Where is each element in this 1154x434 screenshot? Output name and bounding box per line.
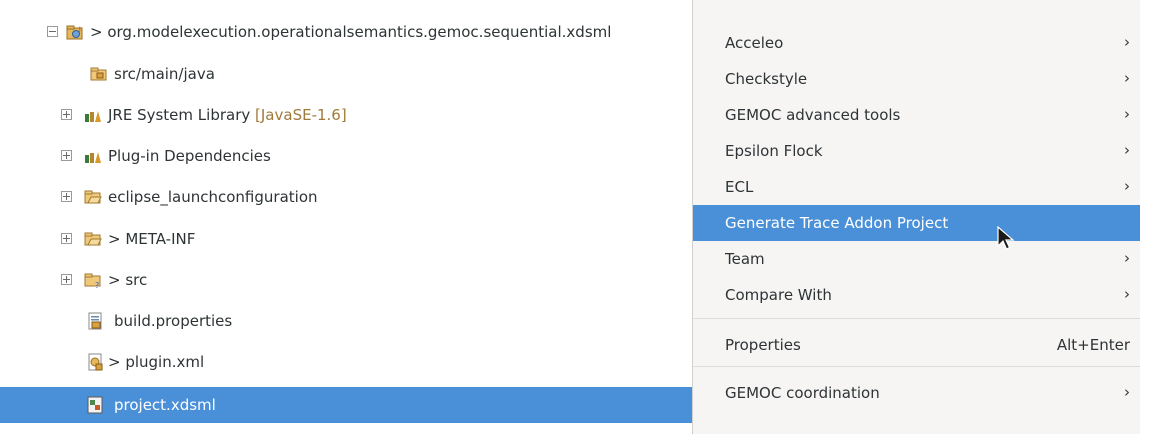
tree-item-label: > src — [108, 271, 148, 289]
tree-item-label: src/main/java — [114, 65, 215, 83]
folder-icon — [84, 232, 102, 246]
submenu-arrow-icon: › — [1124, 177, 1130, 195]
untracked-folder-icon: ? — [84, 273, 101, 289]
menu-item-label: Checkstyle — [725, 70, 808, 88]
library-icon — [85, 152, 101, 163]
menu-item-properties[interactable]: Properties Alt+Enter — [693, 327, 1140, 363]
submenu-arrow-icon: › — [1124, 33, 1130, 51]
menu-item-checkstyle[interactable]: Checkstyle › — [693, 61, 1140, 97]
svg-text:J: J — [78, 26, 81, 33]
source-folder-icon — [90, 67, 107, 81]
menu-item-gemoc-advanced-tools[interactable]: GEMOC advanced tools › — [693, 97, 1140, 133]
menu-item-ecl[interactable]: ECL › — [693, 169, 1140, 205]
expand-toggle[interactable] — [61, 191, 72, 202]
submenu-arrow-icon: › — [1124, 141, 1130, 159]
expand-toggle[interactable] — [61, 150, 72, 161]
menu-item-acceleo[interactable]: Acceleo › — [693, 25, 1140, 61]
menu-item-compare-with[interactable]: Compare With › — [693, 277, 1140, 313]
submenu-arrow-icon: › — [1124, 285, 1130, 303]
tree-item-label: JRE System Library [JavaSE-1.6] — [108, 106, 347, 124]
menu-scroll-fragment: · · · — [693, 0, 1140, 14]
tree-item-label: build.properties — [114, 312, 233, 330]
submenu-arrow-icon: › — [1124, 383, 1130, 401]
submenu-arrow-icon: › — [1124, 69, 1130, 87]
menu-item-gemoc-coordination[interactable]: GEMOC coordination › — [693, 375, 1140, 411]
tree-item-label: Plug-in Dependencies — [108, 147, 271, 165]
menu-item-label: ECL — [725, 178, 754, 196]
menu-item-label: GEMOC coordination — [725, 384, 880, 402]
expand-toggle[interactable] — [61, 233, 72, 244]
properties-file-icon — [88, 312, 102, 330]
menu-item-label: Acceleo — [725, 34, 784, 52]
menu-separator — [693, 318, 1140, 319]
menu-separator — [693, 366, 1140, 367]
tree-item-label: project.xdsml — [114, 396, 216, 414]
xdsml-file-icon — [87, 396, 103, 414]
menu-item-epsilon-flock[interactable]: Epsilon Flock › — [693, 133, 1140, 169]
menu-item-label: Properties — [725, 336, 801, 354]
expand-toggle[interactable] — [61, 274, 72, 285]
collapse-toggle[interactable] — [47, 26, 58, 37]
project-label: > org.modelexecution.operationalsemantic… — [90, 23, 612, 41]
submenu-arrow-icon: › — [1124, 105, 1130, 123]
plugin-project-icon: J — [66, 25, 83, 40]
context-menu: · · · Acceleo › Checkstyle › GEMOC advan… — [692, 0, 1140, 434]
menu-item-label: Generate Trace Addon Project — [725, 214, 949, 232]
menu-item-team[interactable]: Team › — [693, 241, 1140, 277]
plugin-manifest-icon — [88, 353, 103, 371]
tree-item-label: eclipse_launchconfiguration — [108, 188, 318, 206]
menu-item-generate-trace-addon-project[interactable]: Generate Trace Addon Project — [693, 205, 1140, 241]
menu-accelerator: Alt+Enter — [1056, 336, 1130, 354]
menu-item-label: Epsilon Flock — [725, 142, 823, 160]
tree-item-label: > plugin.xml — [108, 353, 205, 371]
expand-toggle[interactable] — [61, 109, 72, 120]
menu-item-label: Compare With — [725, 286, 832, 304]
submenu-arrow-icon: › — [1124, 249, 1130, 267]
menu-item-label: Team — [725, 250, 765, 268]
folder-icon — [84, 190, 102, 204]
svg-text:?: ? — [95, 281, 99, 289]
library-icon — [85, 111, 101, 122]
jre-version-decoration: [JavaSE-1.6] — [255, 106, 347, 124]
menu-item-label: GEMOC advanced tools — [725, 106, 901, 124]
tree-item-label: > META-INF — [108, 230, 196, 248]
mouse-pointer-icon — [997, 226, 1015, 250]
